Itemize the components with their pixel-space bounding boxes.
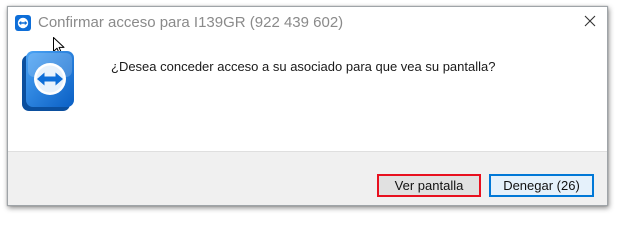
- dialog-message: ¿Desea conceder acceso a su asociado par…: [111, 59, 496, 74]
- screenshot: Confirmar acceso para I139GR (922 439 60…: [0, 0, 621, 219]
- deny-button[interactable]: Denegar (26): [489, 174, 594, 197]
- window-title: Confirmar acceso para I139GR (922 439 60…: [38, 14, 344, 31]
- title-bar[interactable]: Confirmar acceso para I139GR (922 439 60…: [8, 7, 607, 39]
- close-icon: [584, 14, 596, 32]
- view-screen-button[interactable]: Ver pantalla: [377, 174, 481, 197]
- teamviewer-logo-icon: [20, 51, 80, 115]
- button-bar: Ver pantalla Denegar (26): [8, 151, 607, 205]
- teamviewer-icon: [15, 15, 31, 31]
- confirm-access-dialog: Confirmar acceso para I139GR (922 439 60…: [7, 6, 608, 206]
- close-button[interactable]: [573, 7, 607, 39]
